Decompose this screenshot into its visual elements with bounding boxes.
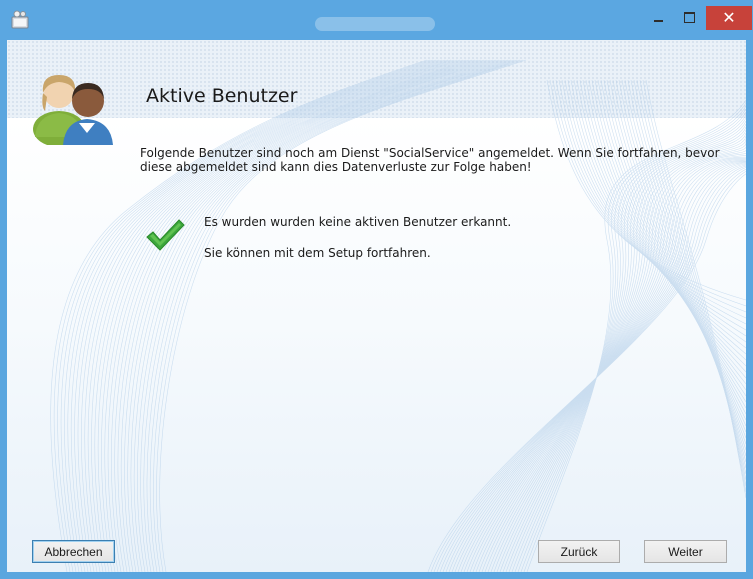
title-bar[interactable]: ✕ [0, 0, 753, 40]
continue-message: Sie können mit dem Setup fortfahren. [204, 246, 431, 260]
page-title: Aktive Benutzer [146, 85, 298, 107]
status-message: Es wurden wurden keine aktiven Benutzer … [204, 215, 512, 229]
setup-app-icon [11, 10, 29, 29]
users-icon [33, 75, 113, 145]
check-icon [146, 219, 185, 251]
window-title [315, 17, 435, 31]
next-button[interactable]: Weiter [644, 540, 727, 563]
setup-window: ✕ Aktive Benutzer Folgende Benutzer sind… [0, 0, 753, 579]
content-background [7, 118, 746, 572]
minimize-button[interactable] [644, 6, 672, 28]
back-button[interactable]: Zurück [538, 540, 620, 563]
cancel-button[interactable]: Abbrechen [32, 540, 115, 563]
description-text: Folgende Benutzer sind noch am Dienst "S… [140, 146, 720, 174]
dialog-client-area: Aktive Benutzer Folgende Benutzer sind n… [7, 40, 746, 572]
maximize-icon [683, 11, 695, 23]
minimize-icon [653, 20, 663, 22]
maximize-button[interactable] [675, 6, 703, 28]
close-button[interactable]: ✕ [706, 6, 752, 30]
close-icon: ✕ [722, 8, 736, 27]
